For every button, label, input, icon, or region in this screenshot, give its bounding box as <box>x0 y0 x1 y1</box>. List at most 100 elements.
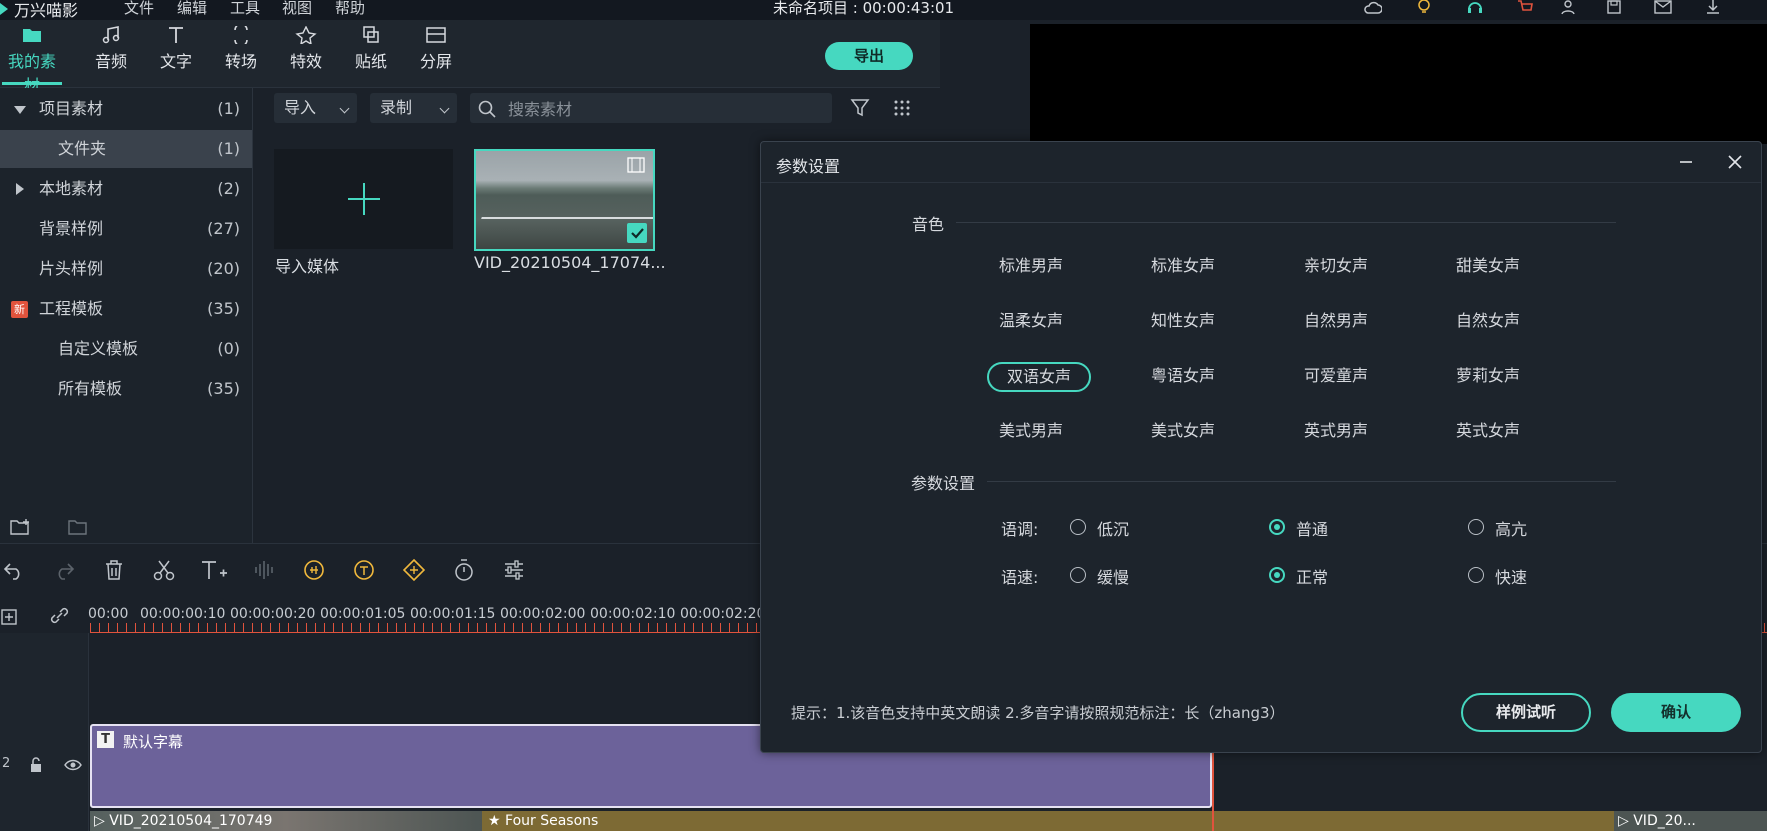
tree-item-all-templates[interactable]: 所有模板 (35) <box>0 370 252 408</box>
minimize-icon[interactable] <box>1678 154 1694 170</box>
import-dropdown[interactable]: 导入 <box>274 93 357 123</box>
ruler-label: 00:00 <box>88 606 129 622</box>
search-input[interactable] <box>506 93 810 125</box>
voice-option[interactable]: 可爱童声 <box>1284 361 1388 391</box>
menu-tools[interactable]: 工具 <box>230 0 260 18</box>
scissors-icon[interactable] <box>150 556 178 584</box>
adjust-icon[interactable] <box>500 556 528 584</box>
tone-radio-normal[interactable] <box>1269 519 1285 535</box>
tree-label: 自定义模板 <box>58 339 139 358</box>
add-track-icon[interactable] <box>0 606 20 626</box>
voice-option[interactable]: 粤语女声 <box>1131 361 1235 391</box>
undo-icon[interactable] <box>0 556 28 584</box>
keyframe-icon[interactable] <box>400 556 428 584</box>
user-icon[interactable] <box>1557 0 1579 16</box>
menu-edit[interactable]: 编辑 <box>177 0 207 18</box>
export-button[interactable]: 导出 <box>825 42 913 70</box>
speed-option-label: 正常 <box>1296 568 1329 587</box>
redo-icon[interactable] <box>50 556 78 584</box>
voice-option-selected[interactable]: 双语女声 <box>987 362 1091 392</box>
voice-option[interactable]: 萝莉女声 <box>1436 361 1540 391</box>
speech-to-text-icon[interactable] <box>300 556 328 584</box>
new-folder-icon[interactable] <box>10 518 30 536</box>
mail-icon[interactable] <box>1652 0 1674 16</box>
link-icon[interactable] <box>48 606 70 626</box>
video-thumbnail[interactable] <box>474 149 655 251</box>
headset-icon[interactable] <box>1464 0 1486 16</box>
speed-radio-normal[interactable] <box>1269 567 1285 583</box>
voice-option[interactable]: 英式男声 <box>1284 416 1388 446</box>
save-icon[interactable] <box>1603 0 1625 16</box>
tree-item-project-media[interactable]: 项目素材 (1) <box>0 90 252 128</box>
speed-option-label: 缓慢 <box>1097 568 1130 587</box>
tab-text[interactable]: 文字 <box>146 26 206 72</box>
confirm-button[interactable]: 确认 <box>1611 693 1741 732</box>
collapsed-arrow-icon[interactable] <box>16 183 24 195</box>
import-media-tile[interactable] <box>274 149 453 249</box>
tree-item-local-media[interactable]: 本地素材 (2) <box>0 170 252 208</box>
timer-icon[interactable] <box>450 556 478 584</box>
close-icon[interactable] <box>1727 154 1743 170</box>
voice-option[interactable]: 标准男声 <box>979 251 1083 281</box>
cloud-icon[interactable] <box>1362 0 1384 16</box>
voice-option[interactable]: 美式女声 <box>1131 416 1235 446</box>
sample-listen-button[interactable]: 样例试听 <box>1461 693 1591 732</box>
record-dropdown[interactable]: 录制 <box>370 93 457 123</box>
video-clip[interactable]: ▷ VID_20210504_170749 <box>90 811 482 831</box>
video-clip[interactable]: ▷ VID_20... <box>1614 811 1767 831</box>
tree-count: (27) <box>207 219 240 238</box>
tone-option-label: 高亢 <box>1495 520 1528 539</box>
grid-view-icon[interactable] <box>893 99 911 117</box>
search-box <box>470 93 832 125</box>
filter-icon[interactable] <box>850 98 870 118</box>
active-tab-indicator <box>2 82 62 85</box>
expanded-arrow-icon[interactable] <box>14 106 26 114</box>
add-text-icon[interactable] <box>200 556 228 584</box>
voice-option[interactable]: 自然男声 <box>1284 306 1388 336</box>
tree-count: (1) <box>217 139 240 158</box>
tree-item-folder[interactable]: 文件夹 (1) <box>0 130 252 168</box>
music-clip[interactable]: ★ Four Seasons <box>482 811 1702 831</box>
tree-item-intro-samples[interactable]: 片头样例 (20) <box>0 250 252 288</box>
voice-option[interactable]: 英式女声 <box>1436 416 1540 446</box>
cart-icon[interactable] <box>1514 0 1536 16</box>
tab-my-media[interactable]: 我的素材 <box>2 26 62 96</box>
dropdown-label: 录制 <box>380 98 413 117</box>
folder-outline-icon[interactable] <box>68 518 88 536</box>
lock-icon[interactable] <box>29 757 43 773</box>
voice-option[interactable]: 标准女声 <box>1131 251 1235 281</box>
tab-split-screen[interactable]: 分屏 <box>406 26 466 72</box>
tab-effects[interactable]: 特效 <box>276 26 336 72</box>
ruler-label: 00:00:01:05 <box>320 606 406 622</box>
speed-radio-fast[interactable] <box>1468 567 1484 583</box>
voice-option[interactable]: 自然女声 <box>1436 306 1540 336</box>
menu-file[interactable]: 文件 <box>124 0 154 18</box>
voice-section-title: 音色 <box>912 215 945 234</box>
audio-split-icon[interactable] <box>250 556 278 584</box>
menu-help[interactable]: 帮助 <box>335 0 365 18</box>
tone-radio-high[interactable] <box>1468 519 1484 535</box>
tree-item-project-templates[interactable]: 新 工程模板 (35) <box>0 290 252 328</box>
tab-transition[interactable]: 转场 <box>211 26 271 72</box>
menu-view[interactable]: 视图 <box>282 0 312 18</box>
speed-radio-slow[interactable] <box>1070 567 1086 583</box>
download-icon[interactable] <box>1702 0 1724 16</box>
voice-option[interactable]: 美式男声 <box>979 416 1083 446</box>
app-logo-icon <box>0 3 8 15</box>
eye-icon[interactable] <box>64 758 82 772</box>
voice-option[interactable]: 亲切女声 <box>1284 251 1388 281</box>
tab-audio[interactable]: 音频 <box>81 26 141 72</box>
lightbulb-icon[interactable] <box>1413 0 1435 16</box>
tree-item-custom-templates[interactable]: 自定义模板 (0) <box>0 330 252 368</box>
voice-option[interactable]: 知性女声 <box>1131 306 1235 336</box>
tab-label: 贴纸 <box>354 52 387 71</box>
play-icon: ▷ <box>1618 813 1629 829</box>
text-to-speech-icon[interactable] <box>350 556 378 584</box>
tab-sticker[interactable]: 贴纸 <box>341 26 401 72</box>
voice-option[interactable]: 温柔女声 <box>979 306 1083 336</box>
tree-item-background-samples[interactable]: 背景样例 (27) <box>0 210 252 248</box>
delete-icon[interactable] <box>100 556 128 584</box>
tone-radio-low[interactable] <box>1070 519 1086 535</box>
voice-option[interactable]: 甜美女声 <box>1436 251 1540 281</box>
track-header: 2 <box>0 633 89 831</box>
